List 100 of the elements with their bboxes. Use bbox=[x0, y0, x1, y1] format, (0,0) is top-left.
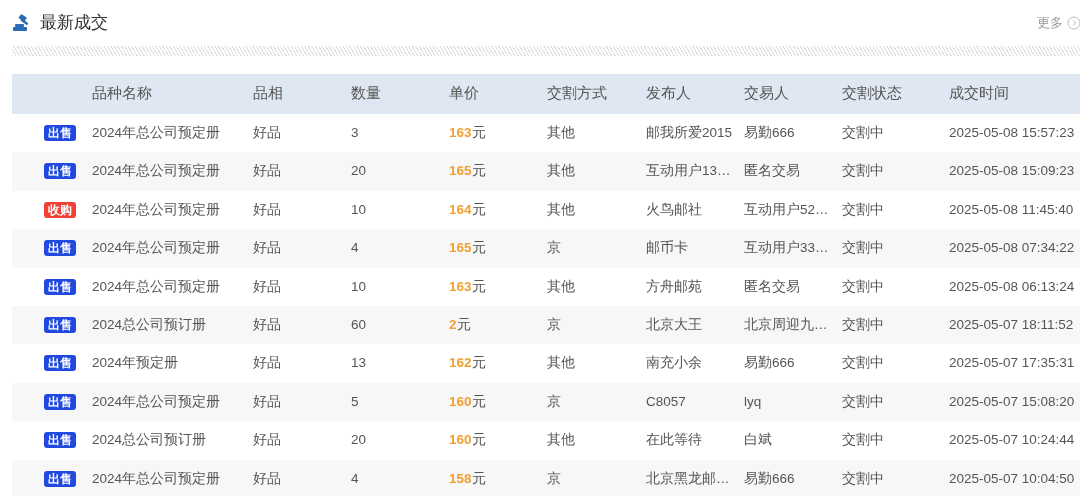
table-cell: 互动用户52… bbox=[744, 201, 829, 217]
table-cell: 北京黑龙邮… bbox=[646, 470, 730, 486]
table-cell: 交割中 bbox=[842, 201, 884, 217]
table-cell: 交割中 bbox=[842, 163, 884, 179]
table-cell: 好品 bbox=[253, 278, 281, 294]
column-header: 品相 bbox=[241, 74, 339, 114]
table-cell: 好品 bbox=[253, 432, 281, 448]
table-cell: 白斌 bbox=[744, 432, 772, 448]
table-cell: 2025-05-07 17:35:31 bbox=[949, 355, 1075, 371]
section-title: 最新成交 bbox=[40, 12, 108, 35]
table-cell: 交割中 bbox=[842, 317, 884, 332]
table-cell: 易勤666 bbox=[744, 470, 795, 486]
table-cell: 交割中 bbox=[842, 432, 884, 448]
table-cell: 京 bbox=[547, 470, 561, 486]
table-cell: 3 bbox=[351, 125, 359, 141]
table-cell: 2025-05-08 07:34:22 bbox=[949, 240, 1075, 256]
table-cell: 其他 bbox=[547, 278, 575, 294]
sell-tag: 出售 bbox=[44, 470, 76, 487]
table-cell: 13 bbox=[351, 355, 367, 371]
table-cell: 2024年总公司预定册 bbox=[92, 163, 221, 179]
price-text: 160元 bbox=[449, 393, 486, 409]
price-text: 163元 bbox=[449, 278, 486, 294]
table-cell: 2024年总公司预定册 bbox=[92, 393, 221, 409]
table-cell: 方舟邮苑 bbox=[646, 278, 702, 294]
table-cell: 互动用户13… bbox=[646, 163, 731, 179]
table-cell: 交割中 bbox=[842, 240, 884, 256]
table-cell: 4 bbox=[351, 240, 359, 256]
table-cell: 2024年预定册 bbox=[92, 355, 179, 371]
table-cell: 2025-05-07 15:08:20 bbox=[949, 393, 1075, 409]
table-cell: 5 bbox=[351, 393, 359, 409]
table-cell: 好品 bbox=[253, 470, 281, 486]
column-header: 交易人 bbox=[732, 74, 830, 114]
table-cell: 邮我所爱2015 bbox=[646, 125, 733, 141]
column-header: 交割方式 bbox=[535, 74, 634, 114]
sell-tag: 出售 bbox=[44, 432, 76, 449]
column-header: 单价 bbox=[437, 74, 535, 114]
table-cell: 好品 bbox=[253, 355, 281, 371]
table-cell: 2024年总公司预定册 bbox=[92, 240, 221, 256]
column-header: 数量 bbox=[339, 74, 437, 114]
table-cell: 其他 bbox=[547, 355, 575, 371]
table-cell: 京 bbox=[547, 393, 561, 409]
table-cell: 其他 bbox=[547, 125, 575, 141]
sell-tag: 出售 bbox=[44, 393, 76, 410]
table-cell: 京 bbox=[547, 317, 561, 332]
column-header: 交割状态 bbox=[830, 74, 937, 114]
table-cell: 2024总公司预订册 bbox=[92, 432, 207, 448]
table-cell: 20 bbox=[351, 432, 367, 448]
price-text: 160元 bbox=[449, 432, 486, 448]
sell-tag: 出售 bbox=[44, 163, 76, 180]
table-cell: 好品 bbox=[253, 240, 281, 256]
table-cell: 易勤666 bbox=[744, 125, 795, 141]
price-text: 162元 bbox=[449, 355, 486, 371]
sell-tag: 出售 bbox=[44, 317, 76, 333]
table-cell: 易勤666 bbox=[744, 355, 795, 371]
table-cell: 好品 bbox=[253, 317, 281, 332]
table-cell: 2024年总公司预定册 bbox=[92, 125, 221, 141]
table-cell: 2025-05-07 18:11:52 bbox=[949, 317, 1074, 332]
table-cell: 2025-05-08 15:57:23 bbox=[949, 125, 1075, 141]
sell-tag: 出售 bbox=[44, 278, 76, 295]
table-cell: 60 bbox=[351, 317, 367, 332]
table-cell: lyq bbox=[744, 393, 762, 409]
table-cell: 火鸟邮社 bbox=[646, 201, 702, 217]
price-text: 163元 bbox=[449, 125, 486, 141]
table-cell: 南充小余 bbox=[646, 355, 702, 371]
price-text: 158元 bbox=[449, 470, 486, 486]
sell-tag: 出售 bbox=[44, 125, 76, 142]
table-cell: 2024年总公司预定册 bbox=[92, 278, 221, 294]
table-cell: 20 bbox=[351, 163, 367, 179]
table-cell: 2025-05-07 10:04:50 bbox=[949, 470, 1075, 486]
table-cell: 交割中 bbox=[842, 393, 884, 409]
table-cell: 交割中 bbox=[842, 125, 884, 141]
sell-tag: 出售 bbox=[44, 240, 76, 257]
table-cell: 北京周迎九… bbox=[744, 317, 828, 332]
table-cell: 好品 bbox=[253, 163, 281, 179]
table-cell: 交割中 bbox=[842, 470, 884, 486]
table-cell: 好品 bbox=[253, 201, 281, 217]
table-cell: 邮币卡 bbox=[646, 240, 688, 256]
table-cell: C8057 bbox=[646, 393, 686, 409]
table-cell: 匿名交易 bbox=[744, 163, 800, 179]
table-cell: 互动用户33… bbox=[744, 240, 829, 256]
price-text: 2元 bbox=[449, 317, 471, 332]
column-header: 品种名称 bbox=[80, 74, 241, 114]
sell-tag: 出售 bbox=[44, 355, 76, 372]
table-cell: 2025-05-08 11:45:40 bbox=[949, 201, 1074, 217]
price-text: 165元 bbox=[449, 240, 486, 256]
price-text: 165元 bbox=[449, 163, 486, 179]
table-cell: 2025-05-08 06:13:24 bbox=[949, 278, 1075, 294]
table-cell: 2025-05-07 10:24:44 bbox=[949, 432, 1075, 448]
table-cell: 其他 bbox=[547, 201, 575, 217]
buy-tag: 收购 bbox=[44, 201, 76, 218]
table-cell: 2025-05-08 15:09:23 bbox=[949, 163, 1075, 179]
price-text: 164元 bbox=[449, 201, 486, 217]
table-cell: 交割中 bbox=[842, 278, 884, 294]
table-cell: 2024年总公司预定册 bbox=[92, 470, 221, 486]
column-header: 发布人 bbox=[634, 74, 732, 114]
more-link[interactable]: 更多 bbox=[1037, 13, 1063, 33]
table-cell: 2024总公司预订册 bbox=[92, 317, 207, 332]
table-cell: 其他 bbox=[547, 163, 575, 179]
table-cell: 2024年总公司预定册 bbox=[92, 201, 221, 217]
table-cell: 10 bbox=[351, 278, 367, 294]
